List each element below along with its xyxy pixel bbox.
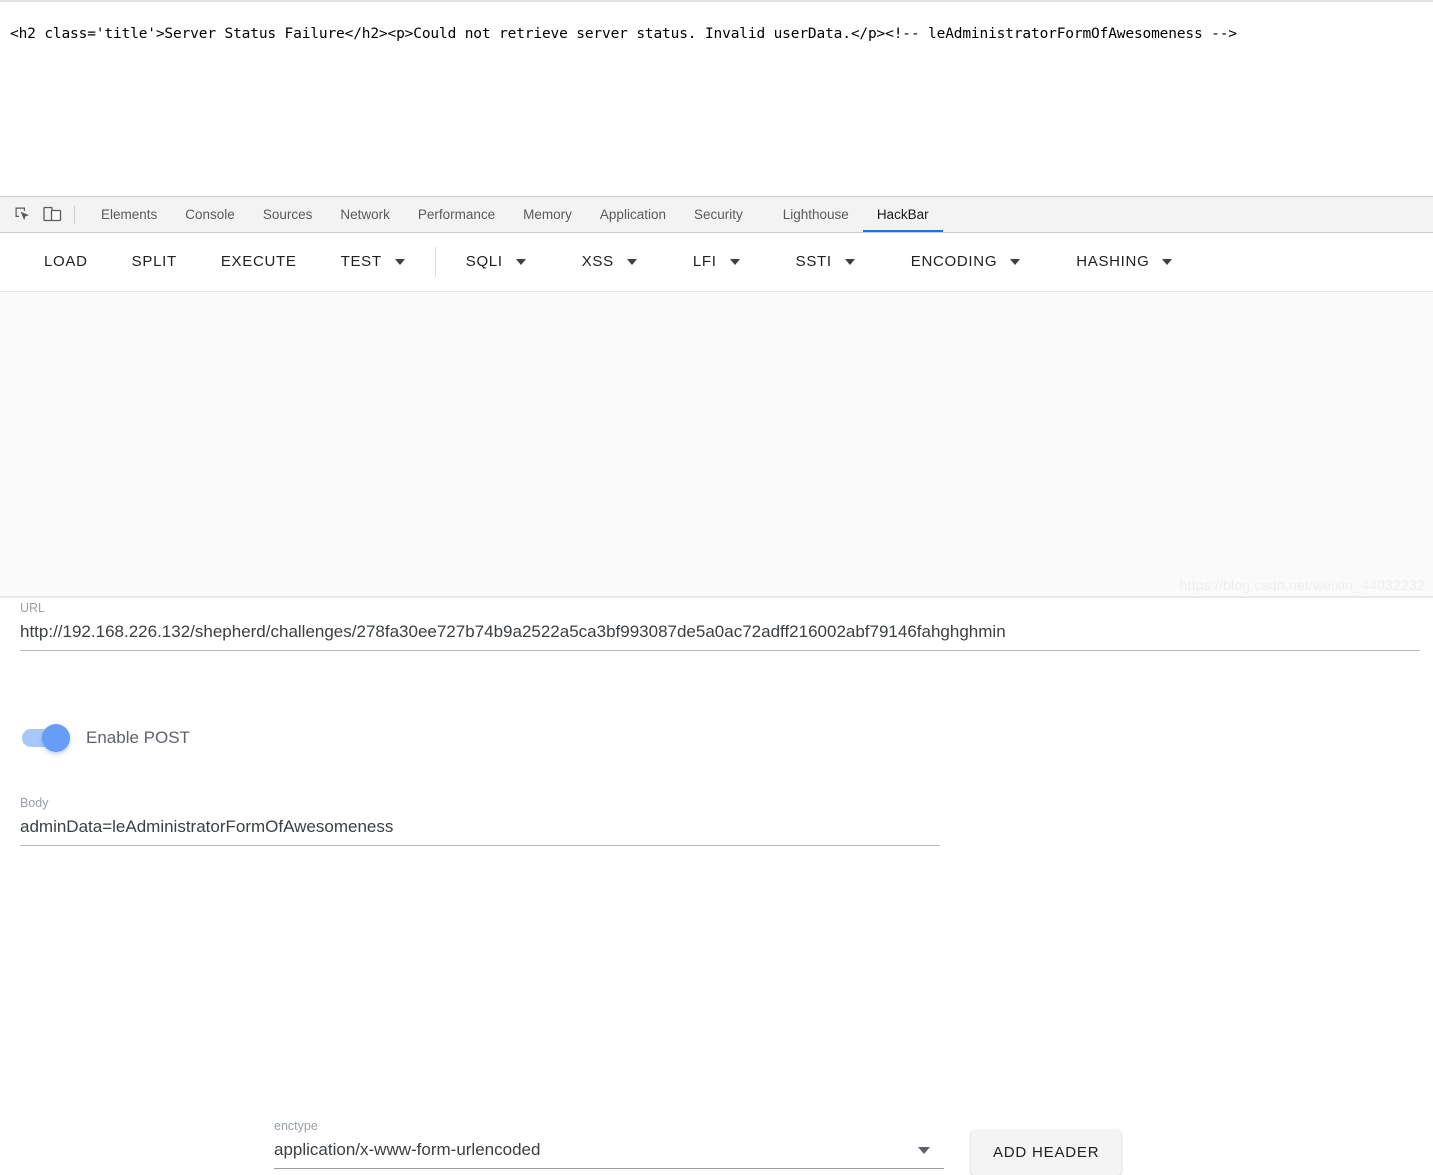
- toggle-track: [22, 724, 70, 752]
- xss-menu-button[interactable]: XSS: [568, 242, 651, 282]
- xss-menu-label: XSS: [581, 252, 614, 270]
- lfi-menu-label: LFI: [692, 252, 717, 270]
- enable-post-toggle[interactable]: Enable POST: [22, 724, 190, 752]
- enctype-field-underline: [274, 1168, 944, 1169]
- tab-memory[interactable]: Memory: [509, 197, 586, 232]
- body-field-label: Body: [20, 796, 49, 810]
- enctype-select[interactable]: application/x-www-form-urlencoded: [274, 1137, 944, 1163]
- enctype-field-label: enctype: [274, 1119, 318, 1133]
- chevron-down-icon: [918, 1146, 930, 1154]
- ssti-menu-button[interactable]: SSTI: [782, 242, 869, 282]
- split-button-label: SPLIT: [131, 252, 177, 270]
- lfi-menu-button[interactable]: LFI: [679, 242, 754, 282]
- hashing-menu-button[interactable]: HASHING: [1062, 242, 1186, 282]
- tab-performance[interactable]: Performance: [404, 197, 509, 232]
- url-field-label: URL: [20, 601, 46, 615]
- chevron-down-icon: [729, 258, 740, 265]
- url-field-block: URL http://192.168.226.132/shepherd/chal…: [20, 600, 1420, 651]
- tab-hackbar[interactable]: HackBar: [862, 197, 943, 232]
- execute-button-label: EXECUTE: [220, 252, 297, 270]
- chevron-down-icon: [394, 258, 405, 265]
- inspect-element-icon[interactable]: [8, 202, 36, 228]
- chevron-down-icon: [1162, 258, 1173, 265]
- chevron-down-icon: [626, 258, 637, 265]
- test-menu-button[interactable]: TEST: [327, 242, 419, 282]
- body-input[interactable]: adminData=leAdministratorFormOfAwesomene…: [20, 814, 940, 840]
- hackbar-action-toolbar: LOAD SPLIT EXECUTE TEST SQLI XSS LFI SST…: [0, 233, 1433, 291]
- add-header-button[interactable]: ADD HEADER: [971, 1130, 1122, 1175]
- url-input[interactable]: http://192.168.226.132/shepherd/challeng…: [20, 619, 1420, 645]
- tabstrip-divider: [74, 205, 75, 224]
- body-field-underline: [20, 845, 940, 846]
- device-toolbar-icon[interactable]: [38, 202, 66, 228]
- sqli-menu-label: SQLI: [465, 252, 503, 270]
- hashing-menu-label: HASHING: [1076, 252, 1150, 270]
- tab-security[interactable]: Security: [680, 197, 757, 232]
- devtools-panel: Elements Console Sources Network Perform…: [0, 196, 1433, 1175]
- toggle-knob: [42, 724, 70, 752]
- sqli-menu-button[interactable]: SQLI: [452, 242, 540, 282]
- encoding-menu-button[interactable]: ENCODING: [897, 242, 1034, 282]
- body-field-block: Body adminData=leAdministratorFormOfAwes…: [20, 795, 940, 846]
- devtools-tabstrip: Elements Console Sources Network Perform…: [0, 197, 1433, 233]
- test-menu-label: TEST: [340, 252, 382, 270]
- tab-network[interactable]: Network: [326, 197, 404, 232]
- add-header-button-label: ADD HEADER: [993, 1144, 1100, 1161]
- split-button[interactable]: SPLIT: [118, 242, 191, 282]
- url-field-underline: [20, 650, 1420, 651]
- load-button-label: LOAD: [44, 252, 88, 270]
- ssti-menu-label: SSTI: [795, 252, 832, 270]
- tab-sources[interactable]: Sources: [249, 197, 327, 232]
- tab-elements[interactable]: Elements: [87, 197, 171, 232]
- load-button[interactable]: LOAD: [30, 242, 102, 282]
- enctype-selected-value: application/x-www-form-urlencoded: [274, 1140, 541, 1159]
- encoding-menu-label: ENCODING: [910, 252, 998, 270]
- post-options-row: Enable POST enctype application/x-www-fo…: [0, 704, 1433, 1175]
- chevron-down-icon: [844, 258, 855, 265]
- toolbar-divider: [434, 246, 436, 277]
- chevron-down-icon: [1010, 258, 1021, 265]
- browser-page-viewport: <h2 class='title'>Server Status Failure<…: [0, 0, 1433, 196]
- panel-bottom-edge: [0, 596, 1433, 598]
- hackbar-form-area: URL http://192.168.226.132/shepherd/chal…: [0, 291, 1433, 1175]
- tab-application[interactable]: Application: [586, 197, 680, 232]
- enable-post-label: Enable POST: [86, 728, 190, 747]
- page-raw-html-text: <h2 class='title'>Server Status Failure<…: [10, 26, 1237, 42]
- tab-console[interactable]: Console: [171, 197, 249, 232]
- tab-lighthouse[interactable]: Lighthouse: [769, 197, 863, 232]
- execute-button[interactable]: EXECUTE: [207, 242, 311, 282]
- watermark-text: https://blog.csdn.net/weixin_44032232: [1179, 577, 1425, 593]
- chevron-down-icon: [515, 258, 526, 265]
- enctype-field-block: enctype application/x-www-form-urlencode…: [274, 1118, 944, 1169]
